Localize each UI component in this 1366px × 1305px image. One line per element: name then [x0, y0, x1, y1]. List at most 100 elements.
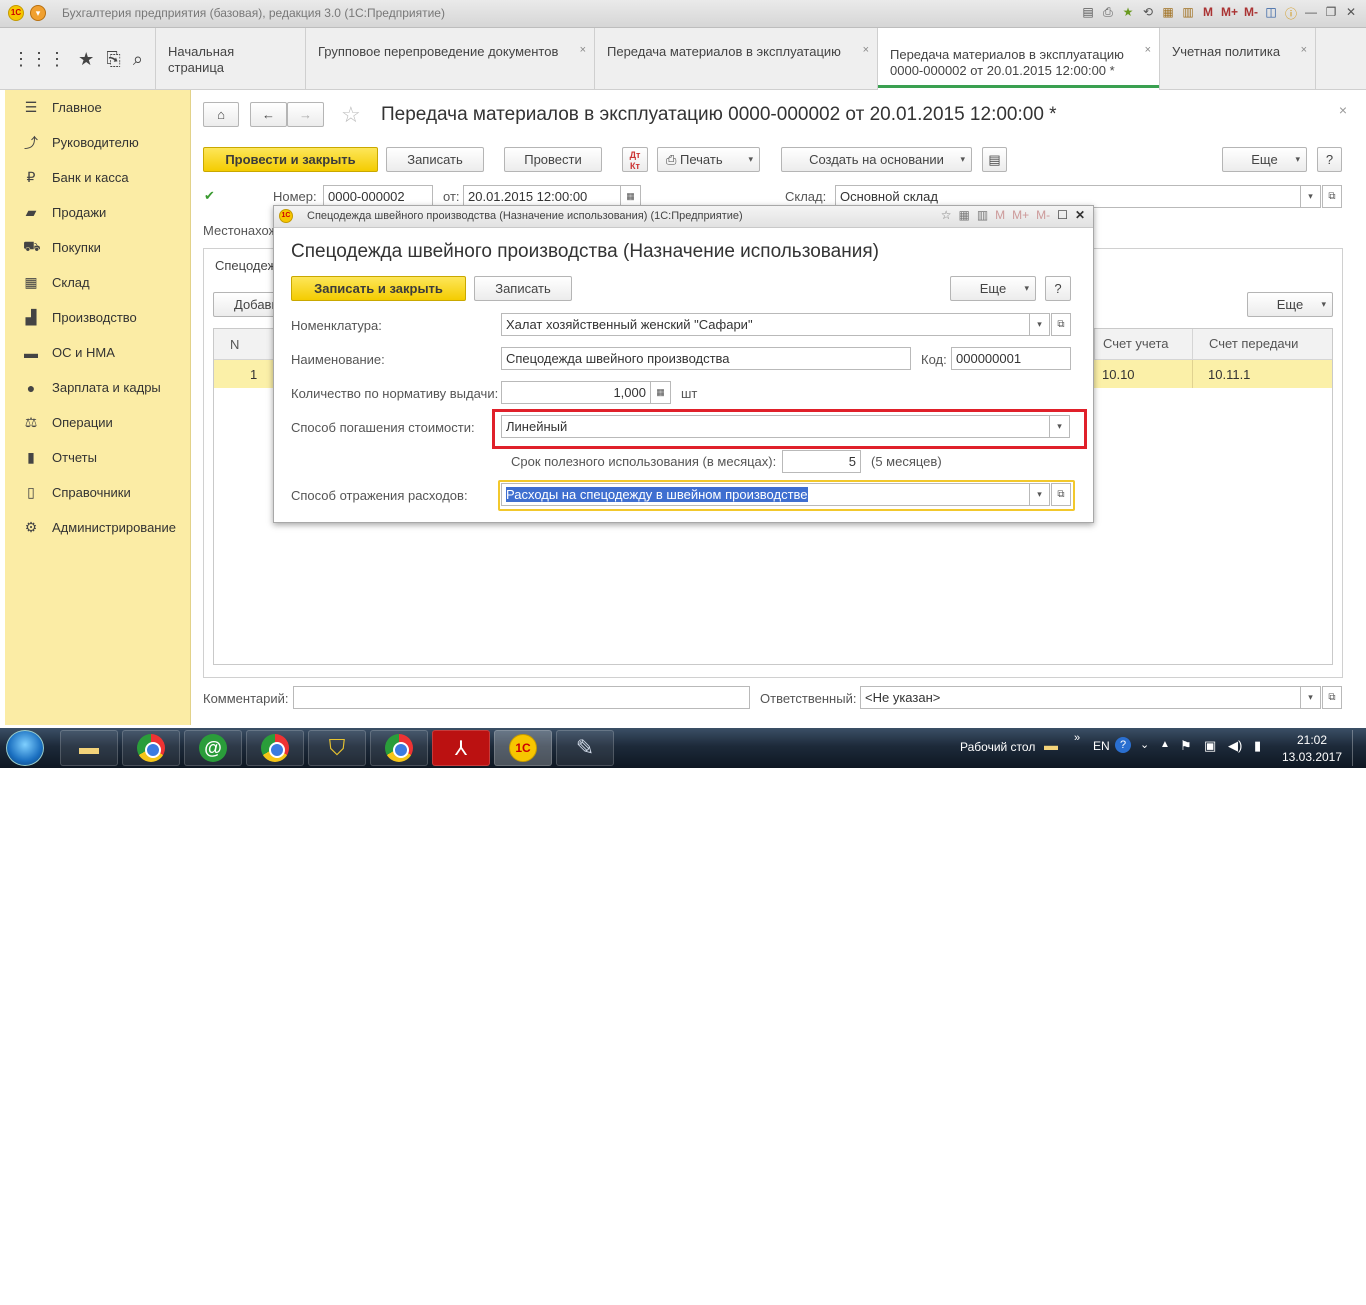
tab-close-icon[interactable]: ×	[1301, 42, 1307, 58]
battery-icon[interactable]: ▮	[1254, 738, 1261, 754]
term-field[interactable]: 5	[782, 450, 861, 473]
favorite-star-icon[interactable]: ☆	[341, 102, 361, 128]
network-icon[interactable]: ▣	[1204, 738, 1216, 754]
forward-button[interactable]: →	[287, 102, 324, 127]
search-icon[interactable]: ⌕	[133, 49, 143, 70]
table-more-button[interactable]: Еще	[1247, 292, 1333, 317]
chevron-down-icon[interactable]: ▾	[1030, 313, 1050, 336]
print-icon[interactable]: ⎙	[1101, 5, 1115, 22]
mail-taskbar-button[interactable]: @	[184, 730, 242, 766]
memory-mplus-button[interactable]: M+	[1012, 208, 1029, 222]
explorer-taskbar-button[interactable]: ▬	[60, 730, 118, 766]
close-form-icon[interactable]: ×	[1339, 102, 1347, 118]
sidebar-item-main[interactable]: ☰ Главное	[5, 90, 191, 125]
tab-home[interactable]: Начальная страница	[156, 28, 306, 90]
sidebar-item-warehouse[interactable]: ▦ Склад	[5, 265, 191, 300]
main-menu-icon[interactable]: ▾	[30, 5, 46, 21]
close-icon[interactable]: ✕	[1075, 208, 1085, 222]
help-icon[interactable]: ?	[1115, 737, 1131, 753]
clock-date[interactable]: 13.03.2017	[1280, 750, 1344, 764]
nomenclature-field[interactable]: Халат хозяйственный женский "Сафари"	[501, 313, 1030, 336]
apps-grid-icon[interactable]: ⋮⋮⋮	[12, 49, 66, 70]
dialog-help-button[interactable]: ?	[1045, 276, 1071, 301]
folder-icon[interactable]: ▬	[1044, 737, 1058, 753]
calculator-icon[interactable]: ▦	[651, 381, 671, 404]
maximize-icon[interactable]: ☐	[1057, 208, 1068, 222]
dt-kt-icon[interactable]: Дт Кт	[622, 147, 648, 172]
language-indicator[interactable]: EN	[1093, 739, 1110, 753]
1c-taskbar-button[interactable]: 1С	[494, 730, 552, 766]
calculator-icon[interactable]: ▦	[958, 208, 969, 222]
calendar-icon[interactable]: ▥	[977, 208, 988, 222]
tray-expand-icon[interactable]: ▲	[1160, 739, 1170, 750]
chevron-right-icon[interactable]: »	[1074, 732, 1080, 744]
chevron-down-icon[interactable]: ▾	[1301, 185, 1321, 208]
sidebar-item-operations[interactable]: ⚖ Операции	[5, 405, 191, 440]
close-icon[interactable]: ✕	[1344, 5, 1358, 22]
open-icon[interactable]: ⧉	[1051, 313, 1071, 336]
name-field[interactable]: Спецодежда швейного производства	[501, 347, 911, 370]
tab-material-transfer-list[interactable]: Передача материалов в эксплуатацию ×	[595, 28, 878, 90]
post-button[interactable]: Провести	[504, 147, 602, 172]
post-and-close-button[interactable]: Провести и закрыть	[203, 147, 378, 172]
tab-close-icon[interactable]: ×	[1145, 42, 1151, 58]
sidebar-item-sales[interactable]: ▰ Продажи	[5, 195, 191, 230]
report-icon[interactable]: ▤	[982, 147, 1007, 172]
flag-icon[interactable]: ⚑	[1180, 738, 1192, 754]
sidebar-item-salary[interactable]: ● Зарплата и кадры	[5, 370, 191, 405]
favorite-icon[interactable]: ★	[1121, 5, 1135, 22]
chrome-taskbar-button-2[interactable]	[246, 730, 304, 766]
memory-mminus-button[interactable]: M-	[1036, 208, 1050, 222]
sidebar-item-manager[interactable]: ⤴ Руководителю	[5, 125, 191, 160]
start-button[interactable]	[6, 730, 44, 766]
keyboard-icon[interactable]: ⌄	[1140, 738, 1149, 751]
memory-mplus-button[interactable]: M+	[1221, 5, 1238, 22]
desktop-toolbar-label[interactable]: Рабочий стол	[960, 740, 1035, 754]
comment-field[interactable]	[293, 686, 750, 709]
security-taskbar-button[interactable]: ⛉	[308, 730, 366, 766]
save-and-close-button[interactable]: Записать и закрыть	[291, 276, 466, 301]
show-desktop-button[interactable]	[1352, 730, 1364, 766]
sidebar-item-bank[interactable]: ₽ Банк и касса	[5, 160, 191, 195]
tab-group-repost[interactable]: Групповое перепроведение документов ×	[306, 28, 595, 90]
create-based-on-button[interactable]: Создать на основании	[781, 147, 972, 172]
sidebar-item-production[interactable]: ▟ Производство	[5, 300, 191, 335]
chrome-taskbar-button-3[interactable]	[370, 730, 428, 766]
open-icon[interactable]: ⧉	[1051, 483, 1071, 506]
chevron-down-icon[interactable]: ▾	[1030, 483, 1050, 506]
memory-m-button[interactable]: M	[995, 208, 1005, 222]
tab-accounting-policy[interactable]: Учетная политика ×	[1160, 28, 1316, 90]
acrobat-taskbar-button[interactable]: ⅄	[432, 730, 490, 766]
print-button[interactable]: ⎙ Печать	[657, 147, 760, 172]
panel-icon[interactable]: ◫	[1264, 5, 1278, 22]
history-icon[interactable]: ⎘	[106, 49, 120, 70]
memory-m-button[interactable]: M	[1201, 5, 1215, 22]
tab-special-clothing[interactable]: Спецодеж	[203, 248, 283, 278]
favorites-star-icon[interactable]: ★	[78, 49, 94, 70]
tab-close-icon[interactable]: ×	[580, 42, 586, 58]
minimize-icon[interactable]: —	[1304, 5, 1318, 22]
back-button[interactable]: ←	[250, 102, 287, 127]
dialog-more-button[interactable]: Еще	[950, 276, 1036, 301]
method-field[interactable]: Линейный	[501, 415, 1050, 438]
chrome-taskbar-button[interactable]	[122, 730, 180, 766]
responsible-field[interactable]: <Не указан>	[860, 686, 1301, 709]
calendar-icon[interactable]: ▥	[1181, 5, 1195, 22]
dialog-save-button[interactable]: Записать	[474, 276, 572, 301]
clock-time[interactable]: 21:02	[1280, 733, 1344, 747]
open-icon[interactable]: ⧉	[1322, 686, 1342, 709]
restore-icon[interactable]: ❐	[1324, 5, 1338, 22]
history-icon[interactable]: ⟲	[1141, 5, 1155, 22]
qty-field[interactable]: 1,000	[501, 381, 651, 404]
info-icon[interactable]: ⓘ	[1284, 5, 1298, 22]
favorite-icon[interactable]: ☆	[941, 208, 952, 222]
save-button[interactable]: Записать	[386, 147, 484, 172]
open-icon[interactable]: ⧉	[1322, 185, 1342, 208]
sidebar-item-purchases[interactable]: ⛟ Покупки	[5, 230, 191, 265]
more-button[interactable]: Еще	[1222, 147, 1307, 172]
help-button[interactable]: ?	[1317, 147, 1342, 172]
sidebar-item-fixed-assets[interactable]: ▬ ОС и НМА	[5, 335, 191, 370]
tab-close-icon[interactable]: ×	[863, 42, 869, 58]
paint-taskbar-button[interactable]: ✎	[556, 730, 614, 766]
save-icon[interactable]: ▤	[1081, 5, 1095, 22]
